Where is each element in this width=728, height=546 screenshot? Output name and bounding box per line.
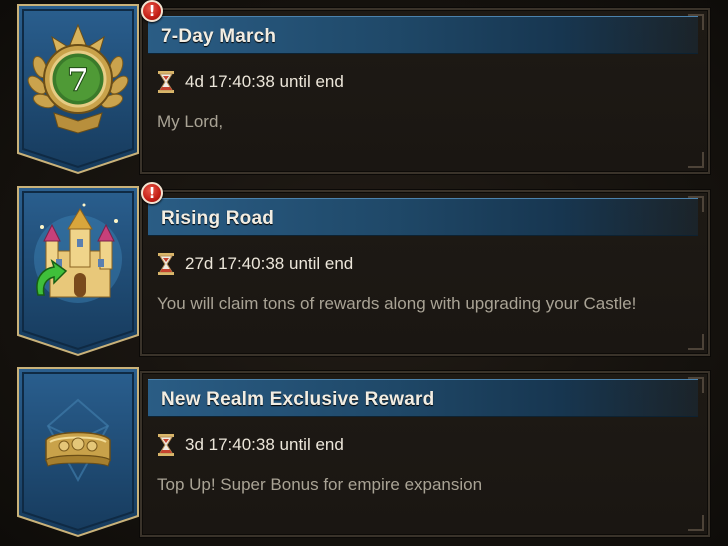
title-bar: New Realm Exclusive Reward	[148, 379, 698, 417]
event-description: My Lord,	[157, 112, 224, 131]
event-card-new-realm-exclusive-reward[interactable]: New Realm Exclusive Reward 3d 17:40:38 u…	[0, 366, 728, 544]
event-card-rising-road[interactable]: Rising Road 27d 17:40:38 until end You w…	[0, 182, 728, 363]
event-title: Rising Road	[161, 208, 275, 229]
event-description: You will claim tons of rewards along wit…	[157, 294, 637, 313]
countdown-timer: 3d 17:40:38 until end	[185, 435, 344, 454]
event-card-7-day-march[interactable]: 7-Day March 4d 17:40:38 until end My Lor…	[0, 0, 728, 181]
laurel-medal-icon: 7	[27, 23, 129, 134]
corner-ornament	[688, 152, 704, 168]
event-description: Top Up! Super Bonus for empire expansion	[157, 475, 483, 494]
timer-row: 4d 17:40:38 until end	[157, 70, 344, 94]
event-list: 7-Day March 4d 17:40:38 until end My Lor…	[0, 0, 728, 546]
castle-upgrade-icon	[34, 203, 122, 303]
countdown-timer: 27d 17:40:38 until end	[185, 254, 354, 273]
event-banner: !	[16, 182, 163, 357]
alert-badge: !	[141, 182, 163, 204]
timer-row: 27d 17:40:38 until end	[157, 252, 353, 276]
golden-crown-icon	[45, 398, 111, 483]
hourglass-icon	[158, 253, 174, 275]
title-bar: 7-Day March	[148, 16, 698, 54]
event-banner: 7 !	[16, 0, 163, 175]
hourglass-icon	[158, 71, 174, 93]
event-panel: New Realm Exclusive Reward 3d 17:40:38 u…	[140, 371, 710, 537]
medal-number: 7	[67, 61, 89, 99]
countdown-timer: 4d 17:40:38 until end	[185, 72, 344, 91]
event-panel: Rising Road 27d 17:40:38 until end You w…	[140, 190, 710, 356]
event-title: 7-Day March	[161, 26, 277, 47]
event-banner	[16, 366, 140, 538]
timer-row: 3d 17:40:38 until end	[157, 433, 344, 457]
hourglass-icon	[158, 434, 174, 456]
title-bar: Rising Road	[148, 198, 698, 236]
event-panel: 7-Day March 4d 17:40:38 until end My Lor…	[140, 8, 710, 174]
corner-ornament	[688, 515, 704, 531]
corner-ornament	[688, 334, 704, 350]
alert-badge: !	[141, 0, 163, 22]
event-title: New Realm Exclusive Reward	[161, 389, 435, 410]
